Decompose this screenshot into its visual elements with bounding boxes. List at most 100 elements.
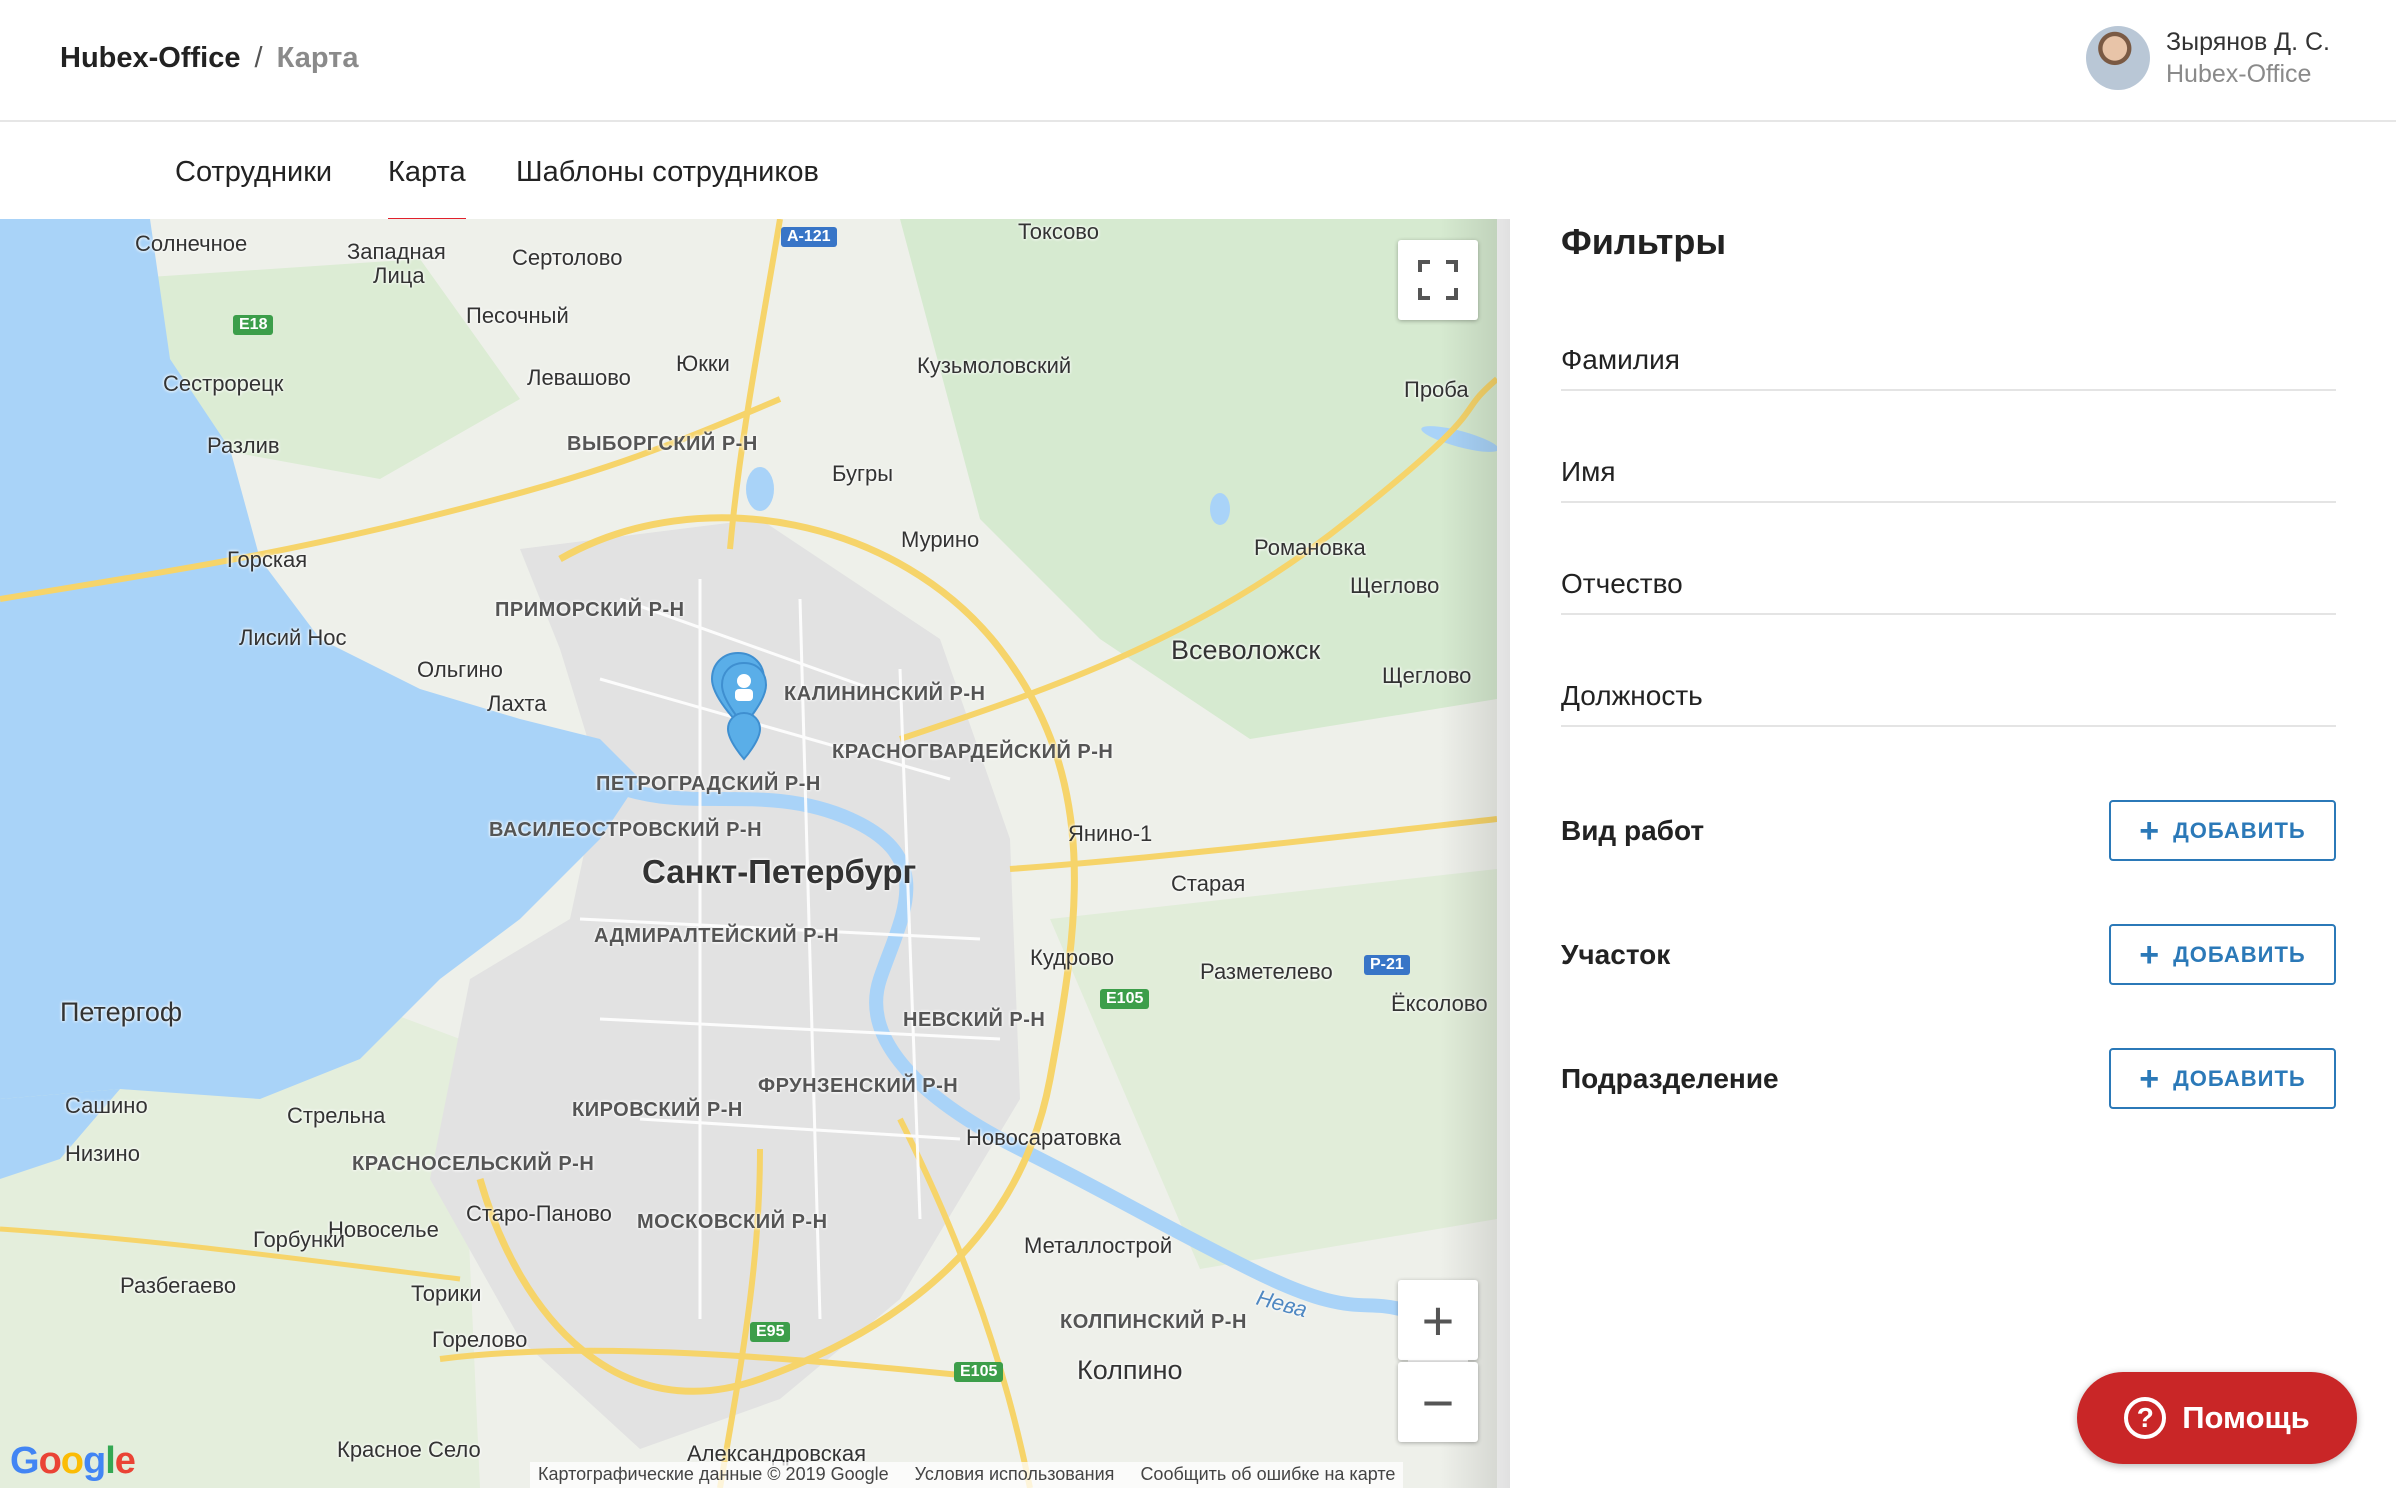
map-label: Старо-Паново	[466, 1201, 612, 1226]
employee-marker-icon[interactable]	[708, 651, 784, 771]
road-shield: E95	[750, 1322, 791, 1342]
map-label: Горская	[227, 547, 308, 572]
middle-name-field[interactable]	[1561, 555, 2336, 615]
tab-employees[interactable]: Сотрудники	[175, 156, 332, 189]
add-button-label: ДОБАВИТЬ	[2173, 817, 2306, 843]
map-label: Щеглово	[1350, 573, 1440, 598]
map-label: Горелово	[432, 1327, 528, 1352]
map-city-label: Санкт-Петербург	[642, 853, 917, 890]
map-label: Кудрово	[1030, 945, 1115, 970]
user-org: Hubex-Office	[2166, 60, 2312, 88]
map-label: Разлив	[207, 433, 280, 458]
map-district-label: АДМИРАЛТЕЙСКИЙ Р-Н	[594, 925, 840, 947]
position-field[interactable]	[1561, 667, 2336, 727]
map-label: Романовка	[1254, 535, 1366, 560]
position-input[interactable]	[1561, 667, 2336, 725]
map-district-label: КАЛИНИНСКИЙ Р-Н	[784, 683, 986, 705]
map-label: Токсово	[1018, 219, 1099, 244]
map-district-label: КРАСНОСЕЛЬСКИЙ Р-Н	[352, 1153, 595, 1175]
road-shield: E105	[1100, 989, 1150, 1009]
map-label: Песочный	[466, 303, 569, 328]
help-button-label: Помощь	[2182, 1400, 2310, 1435]
filters-panel: Фильтры Вид работ + ДОБАВИТЬ Участок + Д…	[1561, 219, 2336, 1109]
breadcrumb-app[interactable]: Hubex-Office	[60, 42, 240, 74]
add-button-label: ДОБАВИТЬ	[2173, 941, 2306, 967]
plus-icon: +	[2139, 811, 2160, 850]
attribution-report-link[interactable]: Сообщить об ошибке на карте	[1140, 1464, 1395, 1486]
map-label: Юкки	[676, 351, 730, 376]
map-label: Сестрорецк	[163, 371, 284, 396]
fullscreen-icon	[1418, 260, 1458, 300]
map-attribution: Картографические данные © 2019 Google Ус…	[530, 1462, 1404, 1488]
add-department-button[interactable]: + ДОБАВИТЬ	[2109, 1048, 2336, 1109]
add-work-type-button[interactable]: + ДОБАВИТЬ	[2109, 800, 2336, 861]
map-label: Левашово	[527, 365, 631, 390]
attribution-map-data: Картографические данные © 2019 Google	[538, 1464, 889, 1484]
map-label: Разбегаево	[120, 1273, 237, 1298]
last-name-field[interactable]	[1561, 331, 2336, 391]
middle-name-input[interactable]	[1561, 555, 2336, 613]
question-circle-icon: ?	[2124, 1397, 2167, 1439]
road-shield: E18	[233, 315, 274, 335]
map-label: Металлострой	[1024, 1233, 1173, 1258]
map-district-label: НЕВСКИЙ Р-Н	[903, 1009, 1046, 1031]
tab-employee-templates[interactable]: Шаблоны сотрудников	[516, 156, 819, 189]
google-logo[interactable]: Google	[10, 1440, 136, 1483]
map-district-label: КИРОВСКИЙ Р-Н	[572, 1099, 743, 1121]
map-district-label: КОЛПИНСКИЙ Р-Н	[1060, 1311, 1247, 1333]
map-view[interactable]: Солнечное Западная Лица Сертолово Песочн…	[0, 219, 1497, 1488]
first-name-field[interactable]	[1561, 443, 2336, 503]
map-label: Петергоф	[60, 997, 183, 1027]
map-label: Новосаратовка	[966, 1125, 1122, 1150]
map-label: Горбунки	[253, 1227, 346, 1252]
map-label: Янино-1	[1068, 821, 1153, 846]
last-name-input[interactable]	[1561, 331, 2336, 389]
map-label: Стрельна	[287, 1103, 386, 1128]
map-label: Колпино	[1077, 1355, 1183, 1385]
zoom-out-button[interactable]: −	[1398, 1362, 1478, 1442]
first-name-input[interactable]	[1561, 443, 2336, 501]
add-site-button[interactable]: + ДОБАВИТЬ	[2109, 924, 2336, 985]
map-label: Торики	[411, 1281, 482, 1306]
plus-icon: +	[2139, 935, 2160, 974]
map-label: Старая	[1171, 871, 1246, 896]
map-district-label: ФРУНЗЕНСКИЙ Р-Н	[758, 1075, 959, 1097]
map-district-label: КРАСНОГВАРДЕЙСКИЙ Р-Н	[832, 741, 1114, 763]
filters-title: Фильтры	[1561, 221, 1727, 262]
fullscreen-button[interactable]	[1398, 240, 1478, 320]
map-label: Низино	[65, 1141, 140, 1166]
user-name: Зырянов Д. С.	[2166, 28, 2330, 56]
map-district-label: ВАСИЛЕОСТРОВСКИЙ Р-Н	[489, 819, 763, 841]
avatar[interactable]	[2086, 26, 2150, 90]
top-header: Hubex-Office / Карта Зырянов Д. С. Hubex…	[0, 0, 2396, 122]
map-label: Красное Село	[337, 1437, 481, 1462]
map-label: Сашино	[65, 1093, 148, 1118]
site-label: Участок	[1561, 939, 1671, 970]
map-label: Бугры	[832, 461, 894, 486]
map-label: Мурино	[901, 527, 980, 552]
department-label: Подразделение	[1561, 1063, 1779, 1094]
add-button-label: ДОБАВИТЬ	[2173, 1065, 2306, 1091]
map-label: Лица	[373, 263, 425, 288]
user-menu[interactable]: Зырянов Д. С. Hubex-Office	[2086, 26, 2336, 92]
road-shield: P-21	[1364, 955, 1410, 975]
map-label: Кузьмоловский	[917, 353, 1072, 378]
map-label: Лисий Нос	[239, 625, 347, 650]
work-type-label: Вид работ	[1561, 815, 1705, 846]
road-shield: E105	[954, 1362, 1004, 1382]
map-district-label: ПЕТРОГРАДСКИЙ Р-Н	[596, 773, 821, 795]
map-label: Разметелево	[1200, 959, 1333, 984]
map-district-label: МОСКОВСКИЙ Р-Н	[637, 1211, 828, 1233]
help-button[interactable]: ? Помощь	[2077, 1372, 2357, 1464]
breadcrumb: Hubex-Office / Карта	[60, 42, 359, 75]
map-label: Сертолово	[512, 245, 623, 270]
map-district-label: ВЫБОРГСКИЙ Р-Н	[567, 433, 758, 455]
map-label: Западная	[347, 239, 446, 264]
breadcrumb-separator: /	[254, 42, 263, 74]
attribution-terms-link[interactable]: Условия использования	[915, 1464, 1115, 1486]
zoom-in-button[interactable]: +	[1398, 1280, 1478, 1360]
breadcrumb-current-page: Карта	[276, 42, 359, 74]
map-label: Лахта	[487, 691, 547, 716]
tab-map[interactable]: Карта	[388, 156, 466, 223]
map-label: Всеволожск	[1171, 635, 1321, 665]
